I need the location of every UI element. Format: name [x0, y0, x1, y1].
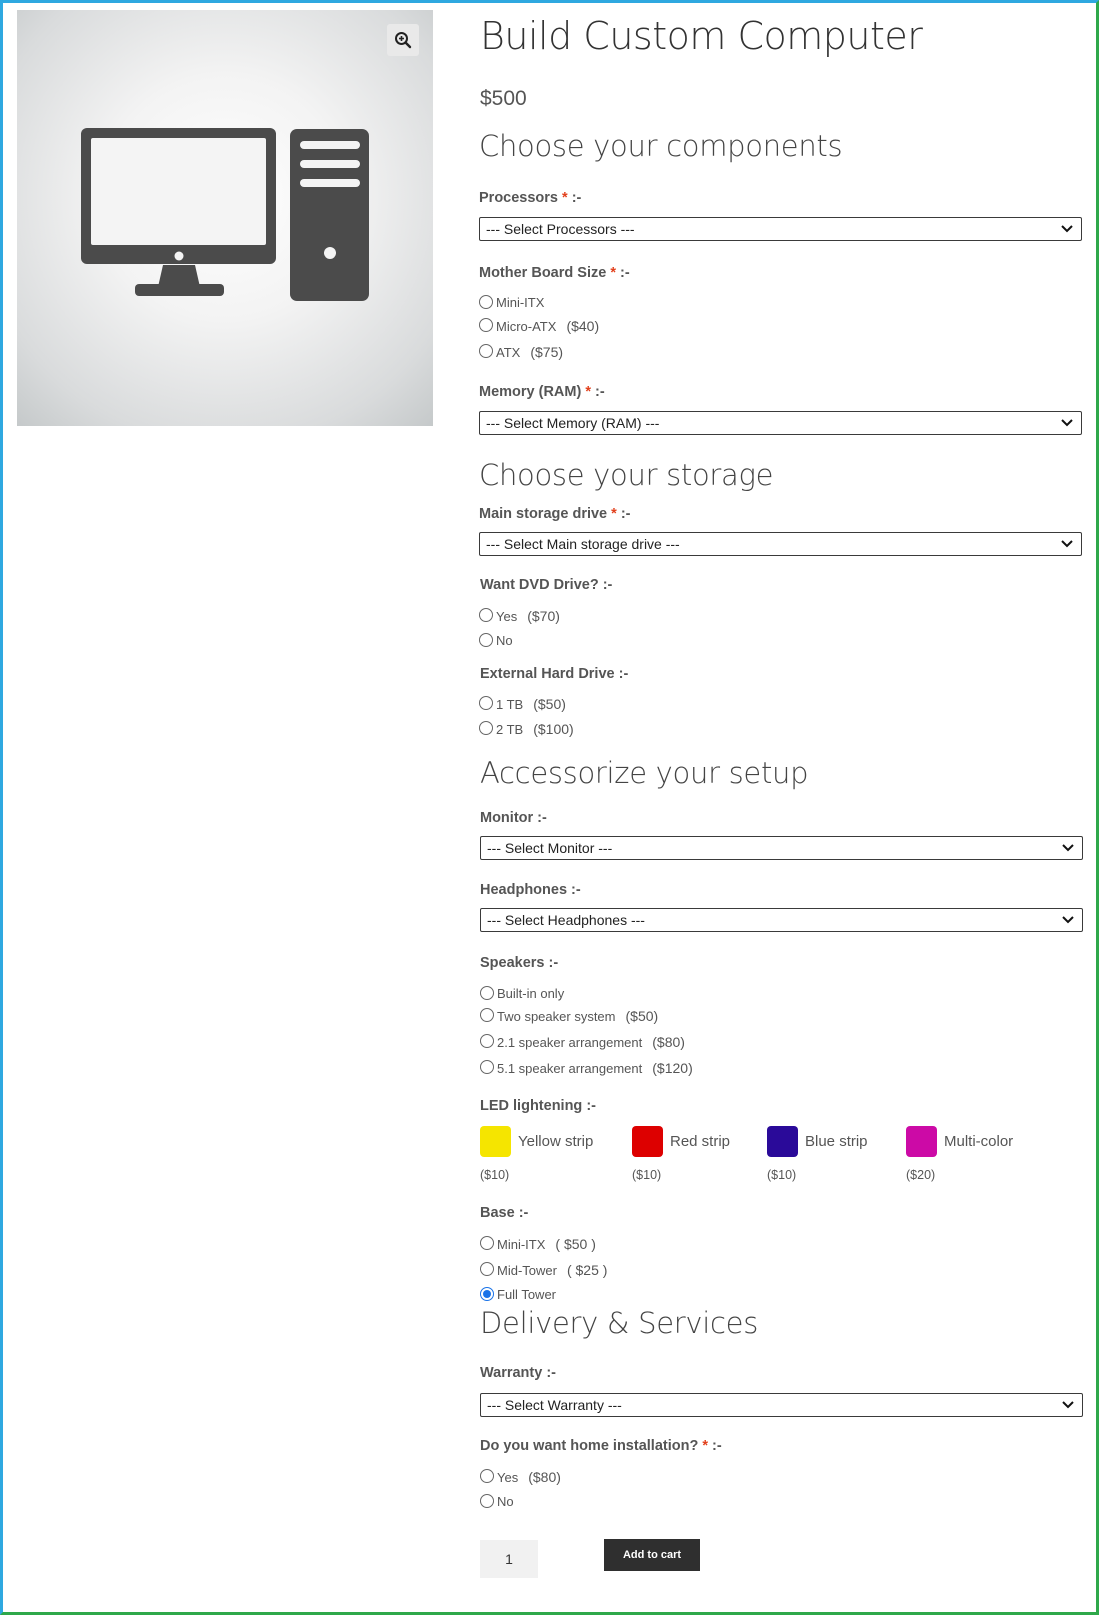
- radio-button[interactable]: [480, 1262, 494, 1276]
- radio-button[interactable]: [479, 696, 493, 710]
- chevron-down-icon: [1060, 840, 1076, 856]
- chevron-down-icon: [1060, 912, 1076, 928]
- warranty-label: Warranty :-: [480, 1365, 556, 1381]
- led-option-label: Blue strip: [805, 1133, 868, 1150]
- external-hdd-option[interactable]: 2 TB($100): [479, 721, 574, 737]
- speakers-option[interactable]: Two speaker system($50): [480, 1008, 658, 1024]
- installation-label: Do you want home installation? * :-: [480, 1438, 722, 1454]
- radio-button[interactable]: [479, 318, 493, 332]
- add-to-cart-button[interactable]: Add to cart: [604, 1539, 700, 1571]
- led-option-price: ($10): [767, 1168, 796, 1182]
- section-delivery-heading: Delivery & Services: [480, 1306, 758, 1340]
- memory-select[interactable]: --- Select Memory (RAM) ---: [479, 411, 1082, 435]
- chevron-down-icon: [1059, 536, 1075, 552]
- motherboard-label: Mother Board Size * :-: [479, 265, 630, 281]
- led-label: LED lightening :-: [480, 1098, 596, 1114]
- dvd-option[interactable]: No: [479, 633, 513, 648]
- section-accessorize-heading: Accessorize your setup: [480, 756, 808, 790]
- radio-button[interactable]: [480, 1034, 494, 1048]
- external-hdd-option[interactable]: 1 TB($50): [479, 696, 566, 712]
- external-hdd-label: External Hard Drive :-: [480, 666, 628, 682]
- motherboard-option[interactable]: ATX($75): [479, 344, 563, 360]
- processors-select[interactable]: --- Select Processors ---: [479, 217, 1082, 241]
- desktop-computer-icon: [17, 10, 433, 426]
- headphones-select[interactable]: --- Select Headphones ---: [480, 908, 1083, 932]
- base-label: Base :-: [480, 1205, 528, 1221]
- chevron-down-icon: [1060, 1397, 1076, 1413]
- installation-option[interactable]: No: [480, 1494, 514, 1509]
- radio-button[interactable]: [480, 1060, 494, 1074]
- product-image: [17, 10, 433, 426]
- section-components-heading: Choose your components: [479, 129, 842, 163]
- installation-option[interactable]: Yes($80): [480, 1469, 561, 1485]
- radio-button[interactable]: [480, 1494, 494, 1508]
- chevron-down-icon: [1059, 221, 1075, 237]
- speakers-option[interactable]: Built-in only: [480, 986, 564, 1001]
- radio-button[interactable]: [480, 986, 494, 1000]
- zoom-button[interactable]: [387, 24, 419, 56]
- speakers-option[interactable]: 2.1 speaker arrangement($80): [480, 1034, 685, 1050]
- monitor-select[interactable]: --- Select Monitor ---: [480, 836, 1083, 860]
- headphones-label: Headphones :-: [480, 882, 581, 898]
- radio-button[interactable]: [479, 608, 493, 622]
- product-title: Build Custom Computer: [480, 14, 922, 58]
- monitor-label: Monitor :-: [480, 810, 547, 826]
- radio-button[interactable]: [479, 721, 493, 735]
- main-storage-select[interactable]: --- Select Main storage drive ---: [479, 532, 1082, 556]
- base-option[interactable]: Mid-Tower( $25 ): [480, 1262, 607, 1278]
- led-option-price: ($20): [906, 1168, 935, 1182]
- zoom-in-icon: [394, 31, 412, 49]
- radio-button[interactable]: [479, 295, 493, 309]
- section-storage-heading: Choose your storage: [479, 458, 773, 492]
- base-option[interactable]: Full Tower: [480, 1287, 556, 1302]
- radio-button[interactable]: [479, 344, 493, 358]
- led-option-label: Multi-color: [944, 1133, 1013, 1150]
- motherboard-option[interactable]: Mini-ITX: [479, 295, 554, 310]
- led-option-price: ($10): [480, 1168, 509, 1182]
- chevron-down-icon: [1059, 415, 1075, 431]
- base-option[interactable]: Mini-ITX( $50 ): [480, 1236, 596, 1252]
- dvd-label: Want DVD Drive? :-: [480, 577, 612, 593]
- quantity-input[interactable]: 1: [480, 1540, 538, 1578]
- main-storage-label: Main storage drive * :-: [479, 506, 631, 522]
- radio-button-selected[interactable]: [480, 1287, 494, 1301]
- speakers-option[interactable]: 5.1 speaker arrangement($120): [480, 1060, 693, 1076]
- speakers-label: Speakers :-: [480, 955, 558, 971]
- memory-label: Memory (RAM) * :-: [479, 384, 605, 400]
- led-option-label: Red strip: [670, 1133, 730, 1150]
- radio-button[interactable]: [480, 1469, 494, 1483]
- radio-button[interactable]: [479, 633, 493, 647]
- led-option-price: ($10): [632, 1168, 661, 1182]
- led-multicolor-swatch[interactable]: [906, 1126, 937, 1157]
- led-red-swatch[interactable]: [632, 1126, 663, 1157]
- led-blue-swatch[interactable]: [767, 1126, 798, 1157]
- motherboard-option[interactable]: Micro-ATX($40): [479, 318, 599, 334]
- processors-label: Processors * :-: [479, 190, 581, 206]
- radio-button[interactable]: [480, 1236, 494, 1250]
- dvd-option[interactable]: Yes($70): [479, 608, 560, 624]
- led-yellow-swatch[interactable]: [480, 1126, 511, 1157]
- warranty-select[interactable]: --- Select Warranty ---: [480, 1393, 1083, 1417]
- radio-button[interactable]: [480, 1008, 494, 1022]
- led-option-label: Yellow strip: [518, 1133, 593, 1150]
- product-price: $500: [480, 87, 527, 111]
